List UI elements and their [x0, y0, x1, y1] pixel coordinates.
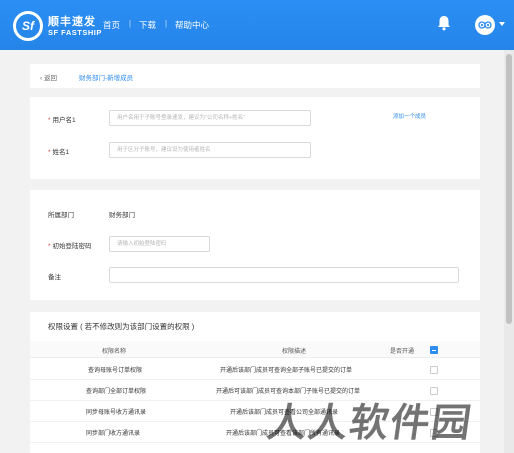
remark-label: 备注 — [48, 274, 61, 281]
logo-text: Sf — [22, 19, 34, 33]
nav-separator: | — [129, 19, 132, 28]
details-section: 所属部门 财务部门 * 初始登陆密码 请输入初始登陆密码 备注 — [30, 190, 480, 300]
department-value: 财务部门 — [109, 212, 135, 219]
chevron-left-icon: ‹ — [40, 75, 43, 82]
back-button[interactable]: ‹ 返回 — [40, 72, 57, 82]
permission-description: 开通后该部门成员可查询全部子账号已提交的订单 — [220, 368, 353, 374]
username-label: * 用户名1 — [48, 114, 76, 124]
column-header-enabled: 是否开通 — [390, 349, 415, 355]
column-header-name: 权限名称 — [102, 349, 127, 355]
name-input[interactable]: 用于区分子账号，建议设为使用者姓名 — [109, 142, 311, 158]
remark-input[interactable] — [109, 267, 459, 283]
name-label: * 姓名1 — [48, 146, 69, 156]
select-all-checkbox[interactable] — [430, 346, 438, 354]
table-row: 查询母账号订单权限 开通后该部门成员可查询全部子账号已提交的订单 — [30, 359, 480, 380]
name-label-text: 姓名1 — [52, 149, 70, 156]
back-label: 返回 — [43, 75, 57, 82]
password-label: * 初始登陆密码 — [48, 240, 92, 250]
brand-name-cn: 顺丰速发 — [48, 16, 96, 28]
required-asterisk: * — [48, 243, 51, 250]
department-label: 所属部门 — [48, 212, 74, 219]
watermark: 人人软件园 — [264, 401, 476, 446]
top-navigation-bar: Sf 顺丰速发 SF FASTSHIP 首页 | 下载 | 帮助中心 — [0, 0, 514, 50]
sf-logo-icon[interactable]: Sf — [13, 11, 43, 41]
password-input[interactable]: 请输入初始登陆密码 — [109, 236, 210, 252]
scrollbar-thumb[interactable] — [506, 54, 512, 324]
nav-download[interactable]: 下载 — [139, 19, 156, 31]
permission-name: 同步母账号收方通讯录 — [86, 410, 147, 416]
password-label-text: 初始登陆密码 — [52, 243, 92, 250]
permission-name: 查询母账号订单权限 — [88, 368, 143, 374]
breadcrumb: ‹ 返回 财务部门-新增成员 — [30, 64, 480, 88]
nav-separator: | — [165, 19, 168, 28]
brand-name-en: SF FASTSHIP — [48, 28, 102, 37]
permission-name: 同步部门收方通讯录 — [86, 431, 141, 437]
breadcrumb-path[interactable]: 财务部门-新增成员 — [79, 72, 133, 82]
bell-icon[interactable] — [437, 15, 451, 31]
add-member-link[interactable]: 添加一个成员 — [393, 112, 426, 120]
username-label-text: 用户名1 — [52, 117, 76, 124]
permissions-title: 权限设置 ( 若不修改则为该部门设置的权限 ) — [48, 322, 195, 331]
permission-checkbox[interactable] — [430, 366, 438, 374]
required-asterisk: * — [48, 117, 51, 124]
avatar[interactable] — [475, 15, 495, 35]
required-asterisk: * — [48, 149, 51, 156]
chevron-down-icon[interactable] — [499, 22, 505, 26]
permission-name: 查询部门全部订单权限 — [86, 389, 147, 395]
user-avatar-icon — [478, 21, 492, 29]
nav-help-center[interactable]: 帮助中心 — [175, 19, 209, 31]
nav-home[interactable]: 首页 — [103, 19, 120, 31]
account-section: * 用户名1 用户名用于子账号登录速发，建议为"公司名称+姓名" 添加一个成员 *… — [30, 97, 480, 179]
column-header-description: 权限描述 — [282, 349, 307, 355]
username-input[interactable]: 用户名用于子账号登录速发，建议为"公司名称+姓名" — [109, 110, 311, 126]
